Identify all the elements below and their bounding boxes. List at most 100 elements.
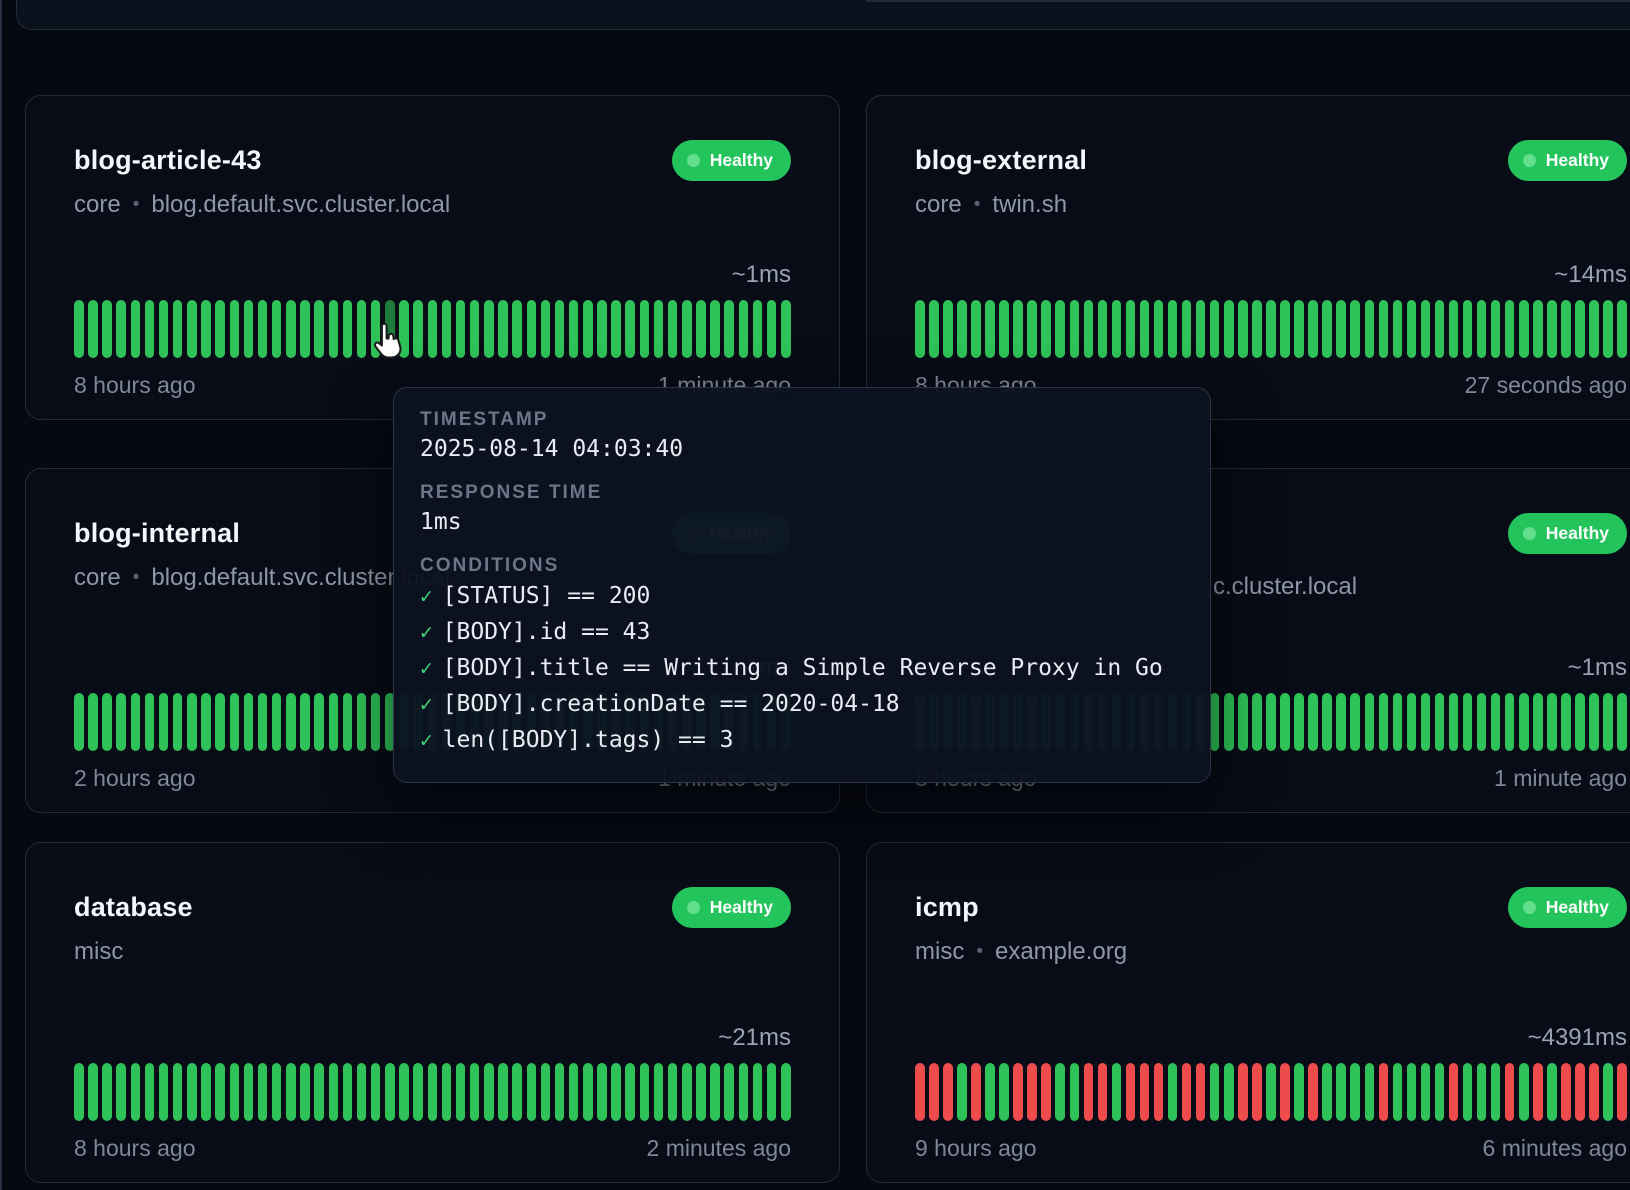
status-bar[interactable] — [1350, 1063, 1360, 1121]
status-bar[interactable] — [272, 300, 282, 358]
status-bar[interactable] — [512, 300, 522, 358]
status-bar[interactable] — [470, 300, 480, 358]
status-bar[interactable] — [102, 693, 112, 751]
status-bar[interactable] — [625, 300, 635, 358]
status-bar[interactable] — [484, 1063, 494, 1121]
status-bar[interactable] — [1435, 1063, 1445, 1121]
status-bar[interactable] — [915, 1063, 925, 1121]
status-bar[interactable] — [1336, 300, 1346, 358]
status-bar[interactable] — [131, 1063, 141, 1121]
status-bar[interactable] — [145, 1063, 155, 1121]
status-bar[interactable] — [1280, 300, 1290, 358]
status-bar[interactable] — [1266, 1063, 1276, 1121]
status-bar[interactable] — [1112, 1063, 1122, 1121]
status-bar[interactable] — [1505, 1063, 1515, 1121]
status-bar[interactable] — [1280, 1063, 1290, 1121]
status-bar[interactable] — [102, 1063, 112, 1121]
status-bar[interactable] — [215, 1063, 225, 1121]
status-bar[interactable] — [1322, 693, 1332, 751]
status-bar[interactable] — [329, 693, 339, 751]
status-bar[interactable] — [74, 300, 84, 358]
status-bar[interactable] — [999, 1063, 1009, 1121]
status-bar[interactable] — [929, 1063, 939, 1121]
status-bar[interactable] — [1561, 1063, 1571, 1121]
status-bar[interactable] — [498, 300, 508, 358]
status-bar[interactable] — [1435, 693, 1445, 751]
status-bar[interactable] — [971, 300, 981, 358]
status-bar[interactable] — [753, 1063, 763, 1121]
status-bar[interactable] — [385, 1063, 395, 1121]
status-bar[interactable] — [1379, 1063, 1389, 1121]
status-bar[interactable] — [1350, 693, 1360, 751]
status-bar[interactable] — [1421, 300, 1431, 358]
status-bar[interactable] — [1519, 693, 1529, 751]
status-bar[interactable] — [739, 300, 749, 358]
status-bar[interactable] — [1070, 300, 1080, 358]
status-bar[interactable] — [116, 693, 126, 751]
status-bar[interactable] — [527, 1063, 537, 1121]
status-bar[interactable] — [244, 1063, 254, 1121]
status-bar[interactable] — [569, 300, 579, 358]
status-bar[interactable] — [1126, 300, 1136, 358]
status-bar[interactable] — [1477, 1063, 1487, 1121]
status-bar[interactable] — [555, 1063, 565, 1121]
status-bar[interactable] — [739, 1063, 749, 1121]
status-bar[interactable] — [343, 300, 353, 358]
status-bar[interactable] — [583, 300, 593, 358]
status-bar[interactable] — [74, 693, 84, 751]
status-bar[interactable] — [88, 1063, 98, 1121]
status-bar[interactable] — [1252, 693, 1262, 751]
status-bar[interactable] — [343, 1063, 353, 1121]
status-bar[interactable] — [201, 300, 211, 358]
status-bar[interactable] — [1533, 300, 1543, 358]
status-bar[interactable] — [413, 1063, 423, 1121]
status-bar[interactable] — [1224, 693, 1234, 751]
status-bar[interactable] — [1266, 300, 1276, 358]
status-bar[interactable] — [971, 1063, 981, 1121]
status-bar[interactable] — [1308, 1063, 1318, 1121]
status-bar[interactable] — [1603, 1063, 1613, 1121]
status-bar[interactable] — [1013, 300, 1023, 358]
status-bar[interactable] — [1210, 300, 1220, 358]
status-bar[interactable] — [1491, 1063, 1501, 1121]
status-bar[interactable] — [1547, 300, 1557, 358]
status-bar[interactable] — [300, 300, 310, 358]
status-bar[interactable] — [1238, 1063, 1248, 1121]
status-bar[interactable] — [258, 693, 268, 751]
status-bar[interactable] — [710, 1063, 720, 1121]
status-bar[interactable] — [1168, 1063, 1178, 1121]
status-bar[interactable] — [767, 1063, 777, 1121]
status-bar[interactable] — [1435, 300, 1445, 358]
status-bar[interactable] — [1084, 1063, 1094, 1121]
status-bar[interactable] — [329, 300, 339, 358]
status-bar[interactable] — [1027, 300, 1037, 358]
status-bar[interactable] — [230, 693, 240, 751]
status-bar[interactable] — [1168, 300, 1178, 358]
status-bar[interactable] — [201, 693, 211, 751]
status-bar[interactable] — [1154, 1063, 1164, 1121]
status-bar[interactable] — [1575, 300, 1585, 358]
status-bar[interactable] — [173, 1063, 183, 1121]
status-bar[interactable] — [428, 1063, 438, 1121]
status-bar[interactable] — [1575, 693, 1585, 751]
status-bar[interactable] — [929, 300, 939, 358]
status-bar[interactable] — [1421, 693, 1431, 751]
status-bar[interactable] — [1252, 1063, 1262, 1121]
status-bar[interactable] — [131, 693, 141, 751]
status-bar[interactable] — [1561, 300, 1571, 358]
status-bar[interactable] — [1589, 693, 1599, 751]
status-bar[interactable] — [456, 300, 466, 358]
status-bar[interactable] — [696, 300, 706, 358]
status-bar[interactable] — [710, 300, 720, 358]
status-bar[interactable] — [541, 300, 551, 358]
status-bar[interactable] — [1463, 300, 1473, 358]
status-bar[interactable] — [1407, 1063, 1417, 1121]
status-bar[interactable] — [1308, 300, 1318, 358]
status-bar[interactable] — [1379, 300, 1389, 358]
status-bar[interactable] — [1449, 1063, 1459, 1121]
status-bar[interactable] — [1407, 300, 1417, 358]
status-bar[interactable] — [1365, 1063, 1375, 1121]
status-bar[interactable] — [300, 1063, 310, 1121]
status-bar[interactable] — [1266, 693, 1276, 751]
status-bar[interactable] — [201, 1063, 211, 1121]
